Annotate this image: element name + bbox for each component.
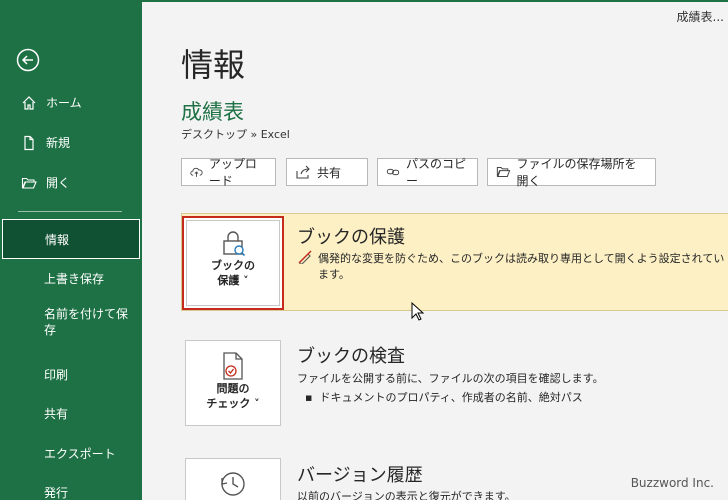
lock-icon [223,231,246,257]
new-document-icon [20,134,38,152]
inspect-bullet-item: ドキュメントのプロパティ、作成者の名前、絶対パス [319,391,583,404]
sidebar-item-share[interactable]: 共有 [0,395,142,433]
home-icon [20,94,38,112]
sidebar-item-label: エクスポート [44,447,116,461]
copy-path-label: パスのコピー [406,157,467,188]
document-name: 成績表 [181,100,244,124]
cloud-upload-icon [190,167,203,177]
bullet-icon: ▪ [305,391,320,404]
copy-path-button[interactable]: パスのコピー [377,157,478,188]
backstage-sidebar: ホーム 新規 開く 情報 上書き保存 名前を付けて保存 印刷 共有 エクスポート… [0,0,142,500]
document-check-icon [223,352,243,380]
inspect-description: ファイルを公開する前に、ファイルの次の項目を確認します。 [297,372,604,385]
folder-icon [496,166,511,178]
sidebar-item-print[interactable]: 印刷 [0,356,142,394]
version-description: 以前のバージョンの表示と復元ができます。 [297,490,516,500]
version-title: バージョン履歴 [297,465,423,486]
share-label: 共有 [317,165,342,180]
link-icon [386,168,400,176]
protect-button-line2: 保護 ˅ [217,274,249,287]
sidebar-item-info[interactable]: 情報 [2,219,140,259]
sidebar-item-save[interactable]: 上書き保存 [0,260,142,298]
sidebar-item-label: 発行 [44,486,69,500]
sidebar-divider [18,211,122,212]
upload-button[interactable]: アップロード [181,157,276,188]
mouse-cursor-icon [411,302,425,321]
check-issues-button[interactable]: 問題の チェック ˅ [185,340,281,426]
check-button-line1: 問題の [216,382,250,395]
version-history-button[interactable] [185,458,281,500]
protect-title: ブックの保護 [297,227,405,248]
sidebar-item-home[interactable]: ホーム [0,84,142,122]
document-path: デスクトップ » Excel [181,128,290,141]
check-button-line2: チェック ˅ [206,397,260,410]
open-location-button[interactable]: ファイルの保存場所を開く [487,157,656,188]
sidebar-item-label: 上書き保存 [44,272,105,286]
history-icon [221,472,245,496]
sidebar-item-label: ホーム [46,96,82,110]
window-title: 成績表... [676,10,724,24]
sidebar-item-label: 開く [46,176,71,190]
protect-workbook-button[interactable]: ブックの 保護 ˅ [182,216,284,310]
inspect-title: ブックの検査 [297,346,405,367]
sidebar-item-label: 新規 [46,136,71,150]
sidebar-item-label: 名前を付けて保存 [44,307,129,337]
inspect-bullet-list: ▪ ドキュメントのプロパティ、作成者の名前、絶対パス [305,389,583,405]
share-icon [296,165,310,179]
sidebar-item-open[interactable]: 開く [0,164,142,202]
upload-label: アップロード [208,157,257,188]
edit-warning-icon [298,250,312,264]
sidebar-item-label: 印刷 [44,368,69,382]
sidebar-item-label: 情報 [45,232,70,247]
protect-description: 偶発的な変更を防ぐため、このブックは読み取り専用として開くよう設定されています。 [318,252,725,281]
open-location-label: ファイルの保存場所を開く [516,157,637,188]
watermark: Buzzword Inc. [630,476,714,490]
sidebar-item-save-as[interactable]: 名前を付けて保存 [0,306,142,350]
page-title: 情報 [181,46,246,84]
back-arrow-icon[interactable] [16,48,40,72]
protect-button-line1: ブックの [211,259,255,272]
sidebar-item-export[interactable]: エクスポート [0,435,142,473]
share-button[interactable]: 共有 [286,158,368,186]
top-accent-line [142,0,728,2]
sidebar-item-new[interactable]: 新規 [0,124,142,162]
sidebar-item-label: 共有 [44,407,69,421]
sidebar-item-publish[interactable]: 発行 [0,474,142,500]
folder-open-icon [20,174,38,192]
